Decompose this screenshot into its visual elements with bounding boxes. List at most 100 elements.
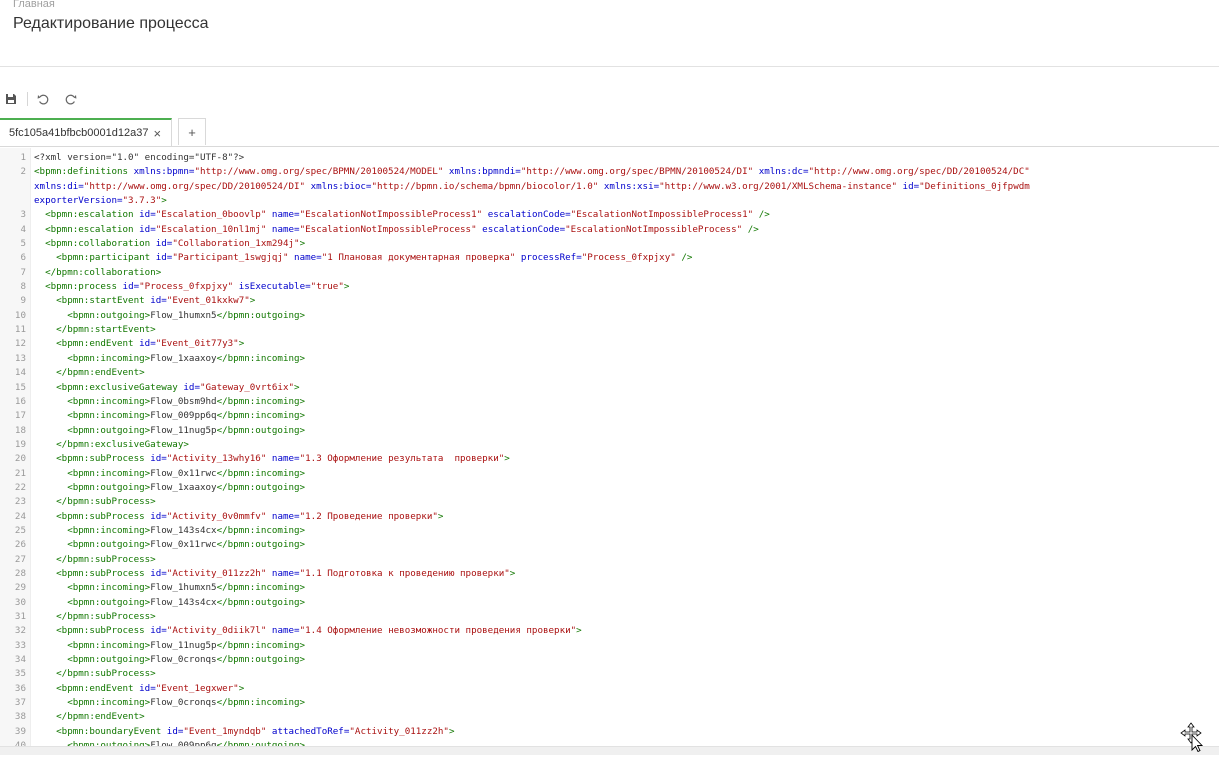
- code-line[interactable]: 11 </bpmn:startEvent>: [0, 323, 1219, 337]
- code-token: <?xml version="1.0" encoding="UTF-8"?>: [34, 152, 245, 163]
- code-line[interactable]: 4 <bpmn:escalation id="Escalation_10nl1m…: [0, 223, 1219, 237]
- code-token: xmlns:bioc=: [310, 180, 372, 192]
- code-token: "http://www.omg.org/spec/DD/20100524/DI": [83, 180, 306, 192]
- line-number: 8: [20, 281, 26, 293]
- code-text: <bpmn:incoming>Flow_009pp6q</bpmn:incomi…: [34, 409, 305, 423]
- code-token: id=: [150, 295, 167, 307]
- code-token: >: [238, 338, 245, 350]
- code-token: <bpmn:incoming>: [67, 395, 151, 407]
- code-token: </bpmn:incoming>: [216, 639, 306, 651]
- code-line[interactable]: 13 <bpmn:incoming>Flow_1xaaxoy</bpmn:inc…: [0, 352, 1219, 366]
- save-button[interactable]: [2, 90, 20, 108]
- tab-process-document[interactable]: 5fc105a41bfbcb0001d12a37 ×: [0, 118, 172, 146]
- code-line[interactable]: 6 <bpmn:participant id="Participant_1swg…: [0, 251, 1219, 265]
- code-line[interactable]: 10 <bpmn:outgoing>Flow_1humxn5</bpmn:out…: [0, 309, 1219, 323]
- code-line[interactable]: 34 <bpmn:outgoing>Flow_0cronqs</bpmn:out…: [0, 653, 1219, 667]
- code-token: "1.1 Подготовка к проведению проверки": [299, 567, 510, 579]
- code-token: id=: [139, 209, 156, 221]
- code-line[interactable]: 27 </bpmn:subProcess>: [0, 553, 1219, 567]
- add-tab-button[interactable]: +: [178, 118, 206, 145]
- code-token: </bpmn:subProcess>: [56, 668, 156, 680]
- breadcrumb[interactable]: Главная: [13, 0, 55, 10]
- line-number: 22: [14, 481, 26, 493]
- code-line[interactable]: 29 <bpmn:incoming>Flow_1humxn5</bpmn:inc…: [0, 581, 1219, 595]
- undo-button[interactable]: [34, 90, 52, 108]
- code-line[interactable]: 35 </bpmn:subProcess>: [0, 667, 1219, 681]
- code-line[interactable]: 40 <bpmn:outgoing>Flow_009pp6q</bpmn:out…: [0, 739, 1219, 746]
- code-line[interactable]: 30 <bpmn:outgoing>Flow_143s4cx</bpmn:out…: [0, 596, 1219, 610]
- code-line[interactable]: 25 <bpmn:incoming>Flow_143s4cx</bpmn:inc…: [0, 524, 1219, 538]
- code-text: </bpmn:subProcess>: [34, 667, 156, 681]
- code-line[interactable]: 2 <bpmn:definitions xmlns:bpmn="http://ww…: [0, 165, 1219, 179]
- code-line[interactable]: 1 <?xml version="1.0" encoding="UTF-8"?>: [0, 151, 1219, 165]
- code-token: "Definitions_0jfpwdm: [919, 180, 1030, 192]
- code-token: "1.4 Оформление невозможности проведения…: [299, 625, 577, 637]
- code-token: Flow_143s4cx: [150, 596, 217, 608]
- code-line[interactable]: 38 </bpmn:endEvent>: [0, 710, 1219, 724]
- code-line[interactable]: 17 <bpmn:incoming>Flow_009pp6q</bpmn:inc…: [0, 409, 1219, 423]
- code-line[interactable]: 26 <bpmn:outgoing>Flow_0x11rwc</bpmn:out…: [0, 538, 1219, 552]
- code-line[interactable]: 14 </bpmn:endEvent>: [0, 366, 1219, 380]
- code-token: >: [504, 453, 510, 465]
- close-icon[interactable]: ×: [153, 126, 161, 141]
- code-text: </bpmn:endEvent>: [34, 710, 145, 724]
- code-token: "Event_1myndqb": [183, 725, 267, 737]
- code-line[interactable]: 7 </bpmn:collaboration>: [0, 266, 1219, 280]
- code-line[interactable]: exporterVersion="3.7.3">: [0, 194, 1219, 208]
- redo-button[interactable]: [61, 90, 79, 108]
- line-number: 2: [20, 166, 26, 178]
- code-line[interactable]: 36 <bpmn:endEvent id="Event_1egxwer">: [0, 682, 1219, 696]
- code-line[interactable]: 8 <bpmn:process id="Process_0fxpjxy" isE…: [0, 280, 1219, 294]
- code-text: </bpmn:subProcess>: [34, 610, 156, 624]
- code-token: <bpmn:outgoing>: [67, 481, 151, 493]
- code-token: id=: [155, 252, 173, 264]
- code-text: <bpmn:definitions xmlns:bpmn="http://www…: [34, 165, 1030, 179]
- code-text: <bpmn:escalation id="Escalation_0boovlp"…: [34, 208, 770, 222]
- code-line[interactable]: 37 <bpmn:incoming>Flow_0cronqs</bpmn:inc…: [0, 696, 1219, 710]
- code-token: <bpmn:process: [45, 281, 123, 293]
- save-icon: [6, 94, 16, 104]
- code-line[interactable]: 33 <bpmn:incoming>Flow_11nug5p</bpmn:inc…: [0, 639, 1219, 653]
- code-token: Flow_0cronqs: [150, 697, 217, 709]
- code-line[interactable]: 24 <bpmn:subProcess id="Activity_0v0mmfv…: [0, 510, 1219, 524]
- code-text: <bpmn:collaboration id="Collaboration_1x…: [34, 237, 305, 251]
- code-line[interactable]: 16 <bpmn:incoming>Flow_0bsm9hd</bpmn:inc…: [0, 395, 1219, 409]
- code-token: "Activity_0v0mmfv": [166, 510, 267, 522]
- code-text: <bpmn:subProcess id="Activity_0v0mmfv" n…: [34, 510, 443, 524]
- code-token: <bpmn:outgoing>: [67, 654, 151, 666]
- code-line[interactable]: 39 <bpmn:boundaryEvent id="Event_1myndqb…: [0, 725, 1219, 739]
- code-line[interactable]: xmlns:di="http://www.omg.org/spec/DD/201…: [0, 180, 1219, 194]
- code-token: >: [509, 567, 516, 579]
- code-token: id=: [122, 281, 140, 293]
- code-line[interactable]: 5 <bpmn:collaboration id="Collaboration_…: [0, 237, 1219, 251]
- code-line[interactable]: 23 </bpmn:subProcess>: [0, 495, 1219, 509]
- code-token: </bpmn:outgoing>: [216, 654, 306, 666]
- code-line[interactable]: 15 <bpmn:exclusiveGateway id="Gateway_0v…: [0, 381, 1219, 395]
- code-text: <bpmn:incoming>Flow_0bsm9hd</bpmn:incomi…: [34, 395, 305, 409]
- code-token: "Participant_1swgjqj": [172, 252, 289, 264]
- code-line[interactable]: 21 <bpmn:incoming>Flow_0x11rwc</bpmn:inc…: [0, 467, 1219, 481]
- code-line[interactable]: 20 <bpmn:subProcess id="Activity_13why16…: [0, 452, 1219, 466]
- xml-code-editor[interactable]: 1 <?xml version="1.0" encoding="UTF-8"?> 2…: [0, 148, 1219, 746]
- code-line[interactable]: 19 </bpmn:exclusiveGateway>: [0, 438, 1219, 452]
- code-line[interactable]: 32 <bpmn:subProcess id="Activity_0diik7l…: [0, 624, 1219, 638]
- code-line[interactable]: 28 <bpmn:subProcess id="Activity_011zz2h…: [0, 567, 1219, 581]
- code-line[interactable]: 3 <bpmn:escalation id="Escalation_0boovl…: [0, 208, 1219, 222]
- code-line[interactable]: 12 <bpmn:endEvent id="Event_0it77y3">: [0, 337, 1219, 351]
- code-token: <bpmn:incoming>: [67, 697, 151, 709]
- code-line[interactable]: 18 <bpmn:outgoing>Flow_11nug5p</bpmn:out…: [0, 424, 1219, 438]
- code-token: </bpmn:incoming>: [216, 410, 306, 422]
- code-token: Flow_0cronqs: [150, 654, 217, 666]
- code-lines: 1 <?xml version="1.0" encoding="UTF-8"?> 2…: [0, 151, 1219, 746]
- line-number: 7: [20, 266, 26, 278]
- code-line[interactable]: 22 <bpmn:outgoing>Flow_1xaaxoy</bpmn:out…: [0, 481, 1219, 495]
- code-line[interactable]: 9 <bpmn:startEvent id="Event_01kxkw7">: [0, 294, 1219, 308]
- code-token: >: [448, 725, 455, 737]
- page-header: Главная Редактирование процесса: [0, 0, 1219, 67]
- code-line[interactable]: 31 </bpmn:subProcess>: [0, 610, 1219, 624]
